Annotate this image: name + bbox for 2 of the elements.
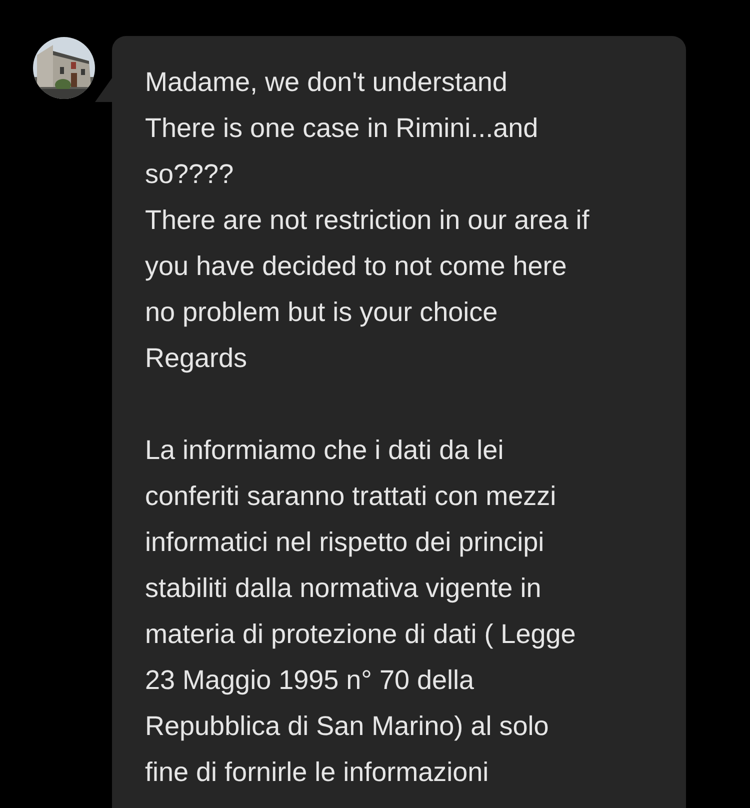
message-text: La informiamo che i dati da lei conferiti saranno trattati con mezzi informatici nel rispetto dei principi stabiliti dalla normativa vigente in materia di protezione di dati ( Legge 23 Maggio 1995 n° 70 della Repubblica di San Marino) al solo fine di fornirle le informazioni <box>145 434 577 789</box>
message-text: Madame, we don't understand There is one case in Rimini...and so???? There are not restriction in our area if you have decided to not come here no problem but is your choice Regards <box>145 66 590 375</box>
